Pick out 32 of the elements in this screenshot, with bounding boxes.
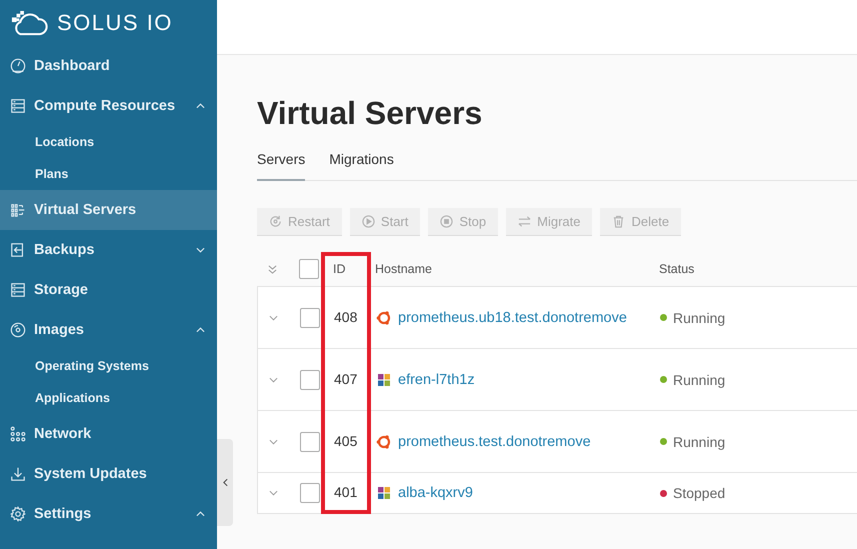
nav-item[interactable]: Settings xyxy=(0,494,217,534)
nav-item[interactable]: Compute Resources xyxy=(0,86,217,126)
nav-item[interactable]: Images xyxy=(0,310,217,350)
nav-subitem[interactable]: Locations xyxy=(0,126,217,158)
nav-item[interactable]: Backups xyxy=(0,230,217,270)
nav-item[interactable]: Network xyxy=(0,414,217,454)
logo-text: SOLUS IO xyxy=(57,10,173,36)
page-title: Virtual Servers xyxy=(257,94,484,133)
nav-item[interactable]: System Updates xyxy=(0,454,217,494)
hostname-link[interactable]: alba-kqxrv9 xyxy=(398,485,473,501)
nav-subitem[interactable]: Operating Systems xyxy=(0,350,217,382)
table-cell: 405 xyxy=(334,432,358,448)
status-text: Running xyxy=(673,310,726,326)
status-text: Running xyxy=(673,372,726,388)
column-header: Status xyxy=(659,262,694,276)
hostname-link[interactable]: efren-l7th1z xyxy=(398,372,475,388)
hostname-link[interactable]: prometheus.ub18.test.donotremove xyxy=(398,310,627,326)
status-text: Stopped xyxy=(673,485,726,501)
hostname-link[interactable]: prometheus.test.donotremove xyxy=(398,434,591,450)
table-cell: 401 xyxy=(334,484,358,500)
nav-item[interactable]: Dashboard xyxy=(0,46,217,86)
status-text: Running xyxy=(673,434,726,450)
column-header: Hostname xyxy=(375,262,432,276)
nav-subitem[interactable]: Applications xyxy=(0,382,217,414)
nav-subitem[interactable]: Plans xyxy=(0,158,217,190)
nav-item[interactable]: Virtual Servers xyxy=(0,190,217,230)
tab[interactable]: Servers xyxy=(257,145,306,181)
table-cell: 408 xyxy=(334,308,358,324)
nav-item[interactable]: Storage xyxy=(0,270,217,310)
table-cell: 407 xyxy=(334,370,358,386)
column-header: ID xyxy=(333,262,346,276)
tab[interactable]: Migrations xyxy=(329,145,394,181)
